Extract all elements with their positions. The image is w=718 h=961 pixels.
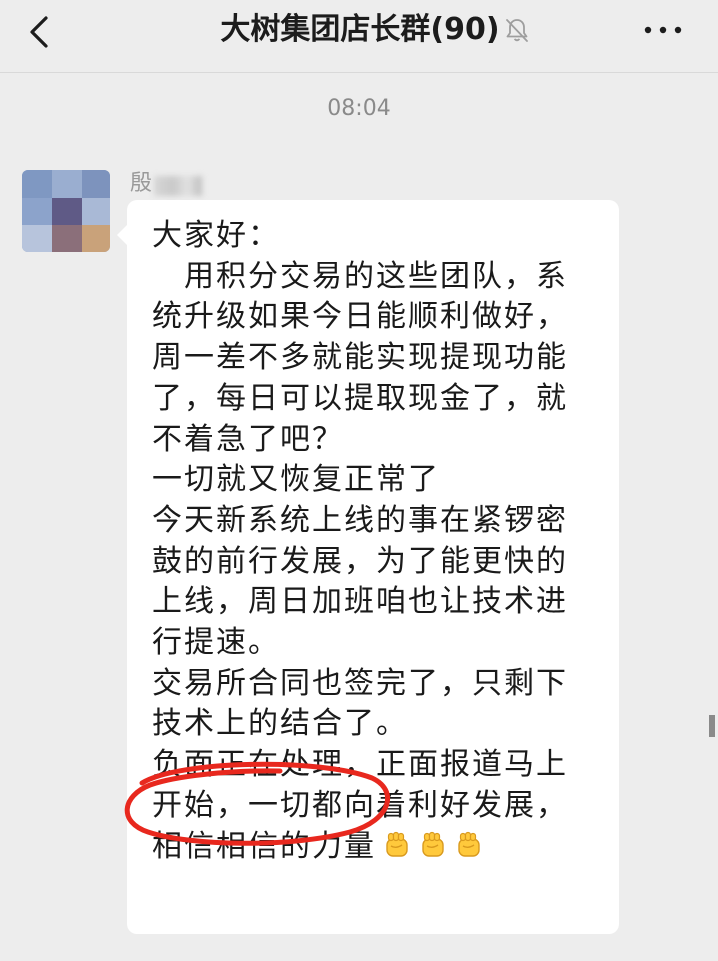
message-line: 开始，一切都向着利好发展，: [152, 787, 568, 823]
scroll-indicator[interactable]: [709, 715, 715, 737]
fist-emoji-icon: [458, 831, 480, 857]
chat-title: 大树集团店长群(90): [220, 12, 500, 47]
chat-header: 大树集团店长群(90): [0, 0, 718, 73]
message-bubble[interactable]: 大家好： 用积分交易的这些团队，系 统升级如果今日能顺利做好， 周一差不多就能实…: [127, 200, 619, 934]
sender-name: 殷: [130, 171, 153, 196]
message-line: 周一差不多就能实现提现功能: [152, 340, 568, 376]
sender-avatar[interactable]: [22, 170, 110, 252]
message-line: 相信相信的力量: [152, 828, 376, 864]
message-line: 负面正在处理，正面报道马上: [152, 747, 568, 783]
fist-emoji-icon: [422, 831, 444, 857]
message-line: 今天新系统上线的事在紧锣密: [152, 502, 568, 538]
more-horizontal-icon[interactable]: [640, 18, 686, 42]
message-line: 不着急了吧？: [152, 421, 344, 457]
emoji-row: [376, 827, 484, 868]
message-line: 交易所合同也签完了，只剩下: [152, 665, 568, 701]
message-line: 统升级如果今日能顺利做好，: [152, 299, 568, 335]
sender-name-blur: [154, 175, 203, 196]
chevron-left-icon[interactable]: [22, 12, 62, 52]
message-last-line: 相信相信的力量: [152, 827, 599, 868]
message-line: 技术上的结合了。: [152, 706, 408, 742]
message-line: 用积分交易的这些团队，系: [152, 258, 568, 294]
fist-emoji-icon: [386, 831, 408, 857]
bell-muted-icon: [506, 19, 528, 42]
message-line: 行提速。: [152, 625, 280, 661]
message-line: 了，每日可以提取现金了，就: [152, 380, 568, 416]
message-timestamp: 08:04: [327, 96, 391, 121]
message-line: 上线，周日加班咱也让技术进: [152, 584, 568, 620]
sender-name-row: 殷: [130, 165, 203, 196]
message-line: 鼓的前行发展，为了能更快的: [152, 543, 568, 579]
message-line: 大家好：: [152, 218, 280, 253]
message-line: 一切就又恢复正常了: [152, 462, 440, 498]
